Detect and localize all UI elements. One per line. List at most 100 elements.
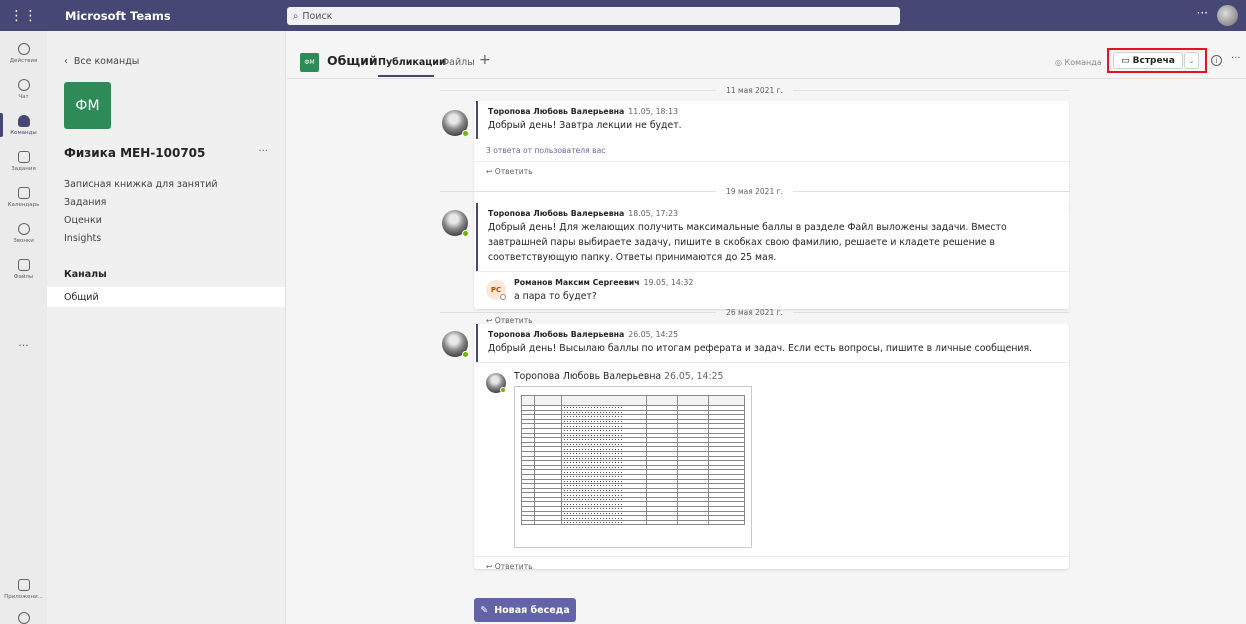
team-more-icon[interactable]: ··· [258,146,268,157]
team-avatar: ФМ [64,82,111,129]
rail-item-files[interactable]: Файлы [0,251,47,287]
app-rail: Действия Чат Команды Задания Календарь З… [0,31,47,624]
post-text: Добрый день! Для желающих получить макси… [488,222,1007,263]
post-meta: Торопова Любовь Валерьевна 11.05, 18:13 [488,107,1059,116]
chevron-left-icon: ‹ [64,56,74,67]
presence-available-icon [462,130,469,137]
meet-label: Встреча [1132,55,1175,66]
all-teams-link[interactable]: ‹ Все команды [64,56,139,67]
grades-table-image[interactable] [514,386,752,548]
link-insights[interactable]: Insights [64,233,101,244]
apps-icon [17,578,30,591]
link-assignments[interactable]: Задания [64,197,106,208]
phone-icon [17,222,30,235]
rail-label: Чат [18,93,29,100]
rail-label: Команды [10,129,37,136]
rail-label: Приложени... [4,593,43,600]
reply-button[interactable]: ↩ Ответить [474,161,1069,181]
rail-item-assignments[interactable]: Задания [0,143,47,179]
new-conversation-label: Новая беседа [494,604,570,616]
tab-files[interactable]: Файлы [441,57,475,68]
post-card: Торопова Любовь Валерьевна 18.05, 17:23 Д… [474,203,1069,325]
help-icon [17,611,30,624]
search-placeholder: Поиск [302,10,333,22]
date-label: 19 мая 2021 г. [726,186,783,196]
info-icon[interactable]: i [1211,55,1222,66]
presence-offline-icon [500,294,506,300]
post-card: Торопова Любовь Валерьевна 26.05, 14:25 Д… [474,324,1069,571]
presence-available-icon [500,387,506,393]
link-class-notebook[interactable]: Записная книжка для занятий [64,179,218,190]
reply-time: 19.05, 14:32 [643,278,694,287]
attachment-time: 26.05, 14:25 [664,371,724,382]
compose-icon: ✎ [480,604,489,616]
calendar-icon [17,186,30,199]
search-icon: ⌕ [293,10,299,22]
channel-team-avatar: ФМ [300,53,319,72]
active-tab-indicator [378,75,434,77]
reply-button[interactable]: ↩ Ответить [474,556,1069,576]
date-separator: 11 мая 2021 г. [440,84,1069,96]
post-time: 11.05, 18:13 [628,107,679,116]
reply-label: Ответить [494,167,533,176]
search-input[interactable]: ⌕ Поиск [287,7,900,25]
date-separator: 19 мая 2021 г. [440,185,1069,197]
rail-label: Задания [11,165,36,172]
avatar[interactable] [1217,5,1238,26]
bell-icon [17,42,30,55]
eye-icon: ◎ [1055,58,1065,67]
team-button-label: Команда [1064,58,1102,67]
all-teams-label: Все команды [73,56,140,67]
attachment-author[interactable]: Торопова Любовь Валерьевна [514,371,661,382]
post-meta: Торопова Любовь Валерьевна 18.05, 17:23 [488,209,1059,218]
post-author[interactable]: Торопова Любовь Валерьевна [488,209,624,218]
video-camera-icon: ▭ [1121,55,1130,66]
presence-available-icon [462,351,469,358]
tab-posts[interactable]: Публикации [378,57,446,68]
rail-label: Файлы [13,273,34,280]
rail-item-calls[interactable]: Звонки [0,215,47,251]
rail-label: Действия [9,57,38,64]
rail-label: Календарь [7,201,40,208]
team-name: Физика МЕН-100705 [64,146,206,160]
header-more-icon[interactable]: ··· [1231,53,1241,64]
add-tab-button[interactable]: + [479,52,491,68]
rail-item-activity[interactable]: Действия [0,35,47,71]
channel-item-general[interactable]: Общий [47,287,285,307]
team-panel: ‹ Все команды ФМ Физика МЕН-100705 ··· З… [47,31,286,624]
rail-item-calendar[interactable]: Календарь [0,179,47,215]
link-grades[interactable]: Оценки [64,215,102,226]
date-separator: 26 мая 2021 г. [440,306,1069,318]
chevron-down-icon: ⌄ [1188,56,1195,65]
meet-button[interactable]: ▭ Встреча [1113,52,1183,69]
date-label: 11 мая 2021 г. [726,85,783,95]
rail-label: Звонки [13,237,34,244]
reply-text: а пара то будет? [514,291,597,302]
attachment-meta: Торопова Любовь Валерьевна 26.05, 14:25 [514,371,1057,382]
team-button[interactable]: ◎ Команда [1055,58,1102,67]
post-body: Торопова Любовь Валерьевна 11.05, 18:13 Д… [476,101,1069,139]
app-launcher-icon[interactable]: ⋮⋮ [0,0,47,31]
reply-arrow-icon: ↩ [486,167,495,176]
post-author[interactable]: Торопова Любовь Валерьевна [488,330,624,339]
new-conversation-button[interactable]: ✎ Новая беседа [474,598,576,622]
post-author[interactable]: Торопова Любовь Валерьевна [488,107,624,116]
post-text: Добрый день! Завтра лекции не будет. [488,120,682,131]
help-button[interactable] [0,601,47,624]
channel-title: Общий [327,53,378,68]
post-body: Торопова Любовь Валерьевна 26.05, 14:25 Д… [476,324,1069,362]
reply-item: РС Романов Максим Сергеевич 19.05, 14:32 … [474,271,1069,310]
more-apps-icon[interactable]: ... [0,336,47,349]
rail-item-teams[interactable]: Команды [0,107,47,143]
chat-icon [17,78,30,91]
reply-author[interactable]: Романов Максим Сергеевич [514,278,640,287]
reply-arrow-icon: ↩ [486,562,495,571]
post-time: 26.05, 14:25 [628,330,679,339]
meet-dropdown-button[interactable]: ⌄ [1184,52,1199,69]
post-body: Торопова Любовь Валерьевна 18.05, 17:23 Д… [476,203,1069,271]
rail-item-chat[interactable]: Чат [0,71,47,107]
more-options-icon[interactable]: ··· [1197,6,1208,20]
replies-link[interactable]: 3 ответа от пользователя вас [474,139,1069,155]
channels-header: Каналы [64,269,107,280]
reply-meta: Романов Максим Сергеевич 19.05, 14:32 [514,278,1057,287]
